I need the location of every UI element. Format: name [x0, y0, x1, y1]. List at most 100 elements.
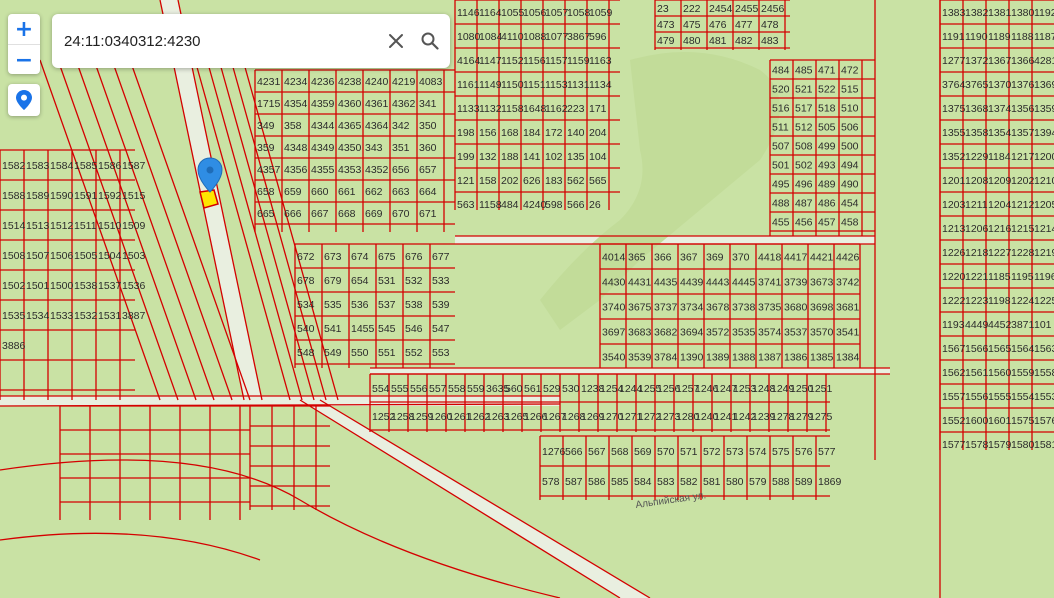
parcel-label: 104: [589, 151, 607, 163]
parcel-label: 566: [567, 199, 585, 211]
parcel-label: 171: [589, 103, 607, 115]
parcel-label: 1601: [988, 415, 1012, 427]
parcel-label: 341: [419, 98, 437, 110]
parcel-label: 1156: [523, 55, 546, 67]
parcel-label: 1191: [942, 31, 965, 43]
parcel-label: 3680: [784, 302, 808, 314]
parcel-label: 1587: [122, 160, 146, 172]
clear-button[interactable]: [382, 27, 410, 55]
parcel-label: 1531: [98, 310, 122, 322]
parcel-label: 4365: [338, 120, 362, 132]
parcel-label: 3683: [628, 327, 652, 339]
parcel-label: 539: [432, 299, 450, 311]
parcel-label: 555: [391, 383, 409, 395]
parcel-label: 4354: [284, 98, 308, 110]
locate-button[interactable]: [8, 84, 40, 116]
parcel-label: 1080: [457, 31, 481, 43]
parcel-label: 583: [657, 476, 675, 488]
parcel-label: 1225: [1034, 295, 1054, 307]
parcel-label: 522: [818, 84, 836, 96]
search-input[interactable]: [52, 14, 382, 68]
parcel-label: 475: [683, 19, 701, 31]
parcel-label: 1556: [965, 391, 989, 403]
map-canvas[interactable]: 4231 4234 4236 4238 4240 4219 40831715 4354 4359…: [0, 0, 1054, 598]
parcel-label: 480: [683, 35, 701, 47]
parcel-label: 521: [795, 84, 813, 96]
parcel-label: 360: [419, 142, 437, 154]
parcel-label: 1213: [942, 223, 966, 235]
parcel-label: 481: [709, 35, 727, 47]
parcel-label: 2454: [709, 3, 733, 15]
parcel-label: 535: [324, 299, 342, 311]
parcel-label: 121: [457, 175, 475, 187]
parcel-label: 222: [683, 3, 701, 15]
parcel-label: 1188: [1011, 31, 1034, 43]
parcel-label: 4014: [602, 252, 626, 264]
parcel-label: 556: [410, 383, 428, 395]
parcel-label: 499: [818, 141, 836, 153]
parcel-label: 534: [297, 299, 315, 311]
parcel-label: 3675: [628, 302, 652, 314]
parcel-label: 1580: [1011, 439, 1035, 451]
parcel-label: 479: [657, 35, 675, 47]
parcel-label: 1203: [942, 199, 966, 211]
parcel-label: 1157: [545, 55, 568, 67]
parcel-label: 1582: [2, 160, 26, 172]
parcel-label: 1504: [98, 250, 122, 262]
parcel-label: 1552: [942, 415, 966, 427]
parcel-label: 558: [448, 383, 466, 395]
parcel-label: 1583: [26, 160, 50, 172]
parcel-label: 578: [542, 476, 560, 488]
parcel-label: 675: [378, 251, 396, 263]
parcel-label: 488: [772, 198, 790, 210]
parcel-label: 1158: [501, 103, 524, 115]
parcel-label: 1164: [479, 7, 502, 19]
parcel-label: 202: [501, 175, 519, 187]
parcel-label: 4350: [338, 142, 362, 154]
parcel-label: 1557: [942, 391, 966, 403]
parcel-label: 1227: [988, 247, 1012, 259]
parcel-label: 4240: [365, 76, 389, 88]
parcel-label: 358: [284, 120, 302, 132]
parcel-label: 367: [680, 252, 698, 264]
parcel-label: 4357: [257, 164, 281, 176]
parcel-label: 3537: [784, 327, 808, 339]
parcel-label: 510: [841, 103, 859, 115]
parcel-label: 1221: [965, 271, 989, 283]
cadastral-map[interactable]: 4231 4234 4236 4238 4240 4219 4083 1715 4354 4359…: [0, 0, 1054, 598]
parcel-label: 4110: [501, 31, 524, 43]
parcel-label: 1218: [965, 247, 989, 259]
parcel-label: 1195: [1011, 271, 1034, 283]
parcel-label: 1229: [965, 151, 989, 163]
parcel-label: 1578: [965, 439, 989, 451]
parcel-label: 3737: [654, 302, 678, 314]
parcel-label: 1555: [988, 391, 1012, 403]
parcel-label: 454: [841, 198, 859, 210]
parcel-label: 1084: [479, 31, 503, 43]
parcel-label: 4362: [392, 98, 416, 110]
parcel-label: 1387: [758, 352, 782, 364]
parcel-label: 4238: [338, 76, 362, 88]
zoom-in-button[interactable]: +: [8, 14, 40, 44]
parcel-label: 678: [297, 275, 315, 287]
parcel-label: 1276: [542, 446, 566, 458]
search-button[interactable]: [416, 27, 444, 55]
parcel-label: 3764: [942, 79, 966, 91]
zoom-out-button[interactable]: −: [8, 44, 40, 74]
parcel-label: 3740: [602, 302, 626, 314]
parcel-label: 1503: [122, 250, 146, 262]
parcel-label: 3886: [2, 340, 26, 352]
parcel-label: 661: [338, 186, 356, 198]
parcel-label: 476: [709, 19, 727, 31]
parcel-label: 1190: [965, 31, 988, 43]
parcel-label: 1187: [1034, 31, 1054, 43]
parcel-label: 4431: [628, 277, 652, 289]
parcel-label: 1275: [809, 411, 833, 423]
parcel-label: 4360: [338, 98, 362, 110]
parcel-label: 1088: [523, 31, 547, 43]
parcel-label: 553: [432, 347, 450, 359]
parcel-label: 551: [378, 347, 396, 359]
parcel-label: 455: [772, 217, 790, 229]
parcel-label: 659: [284, 186, 302, 198]
selected-parcel: [199, 189, 219, 209]
